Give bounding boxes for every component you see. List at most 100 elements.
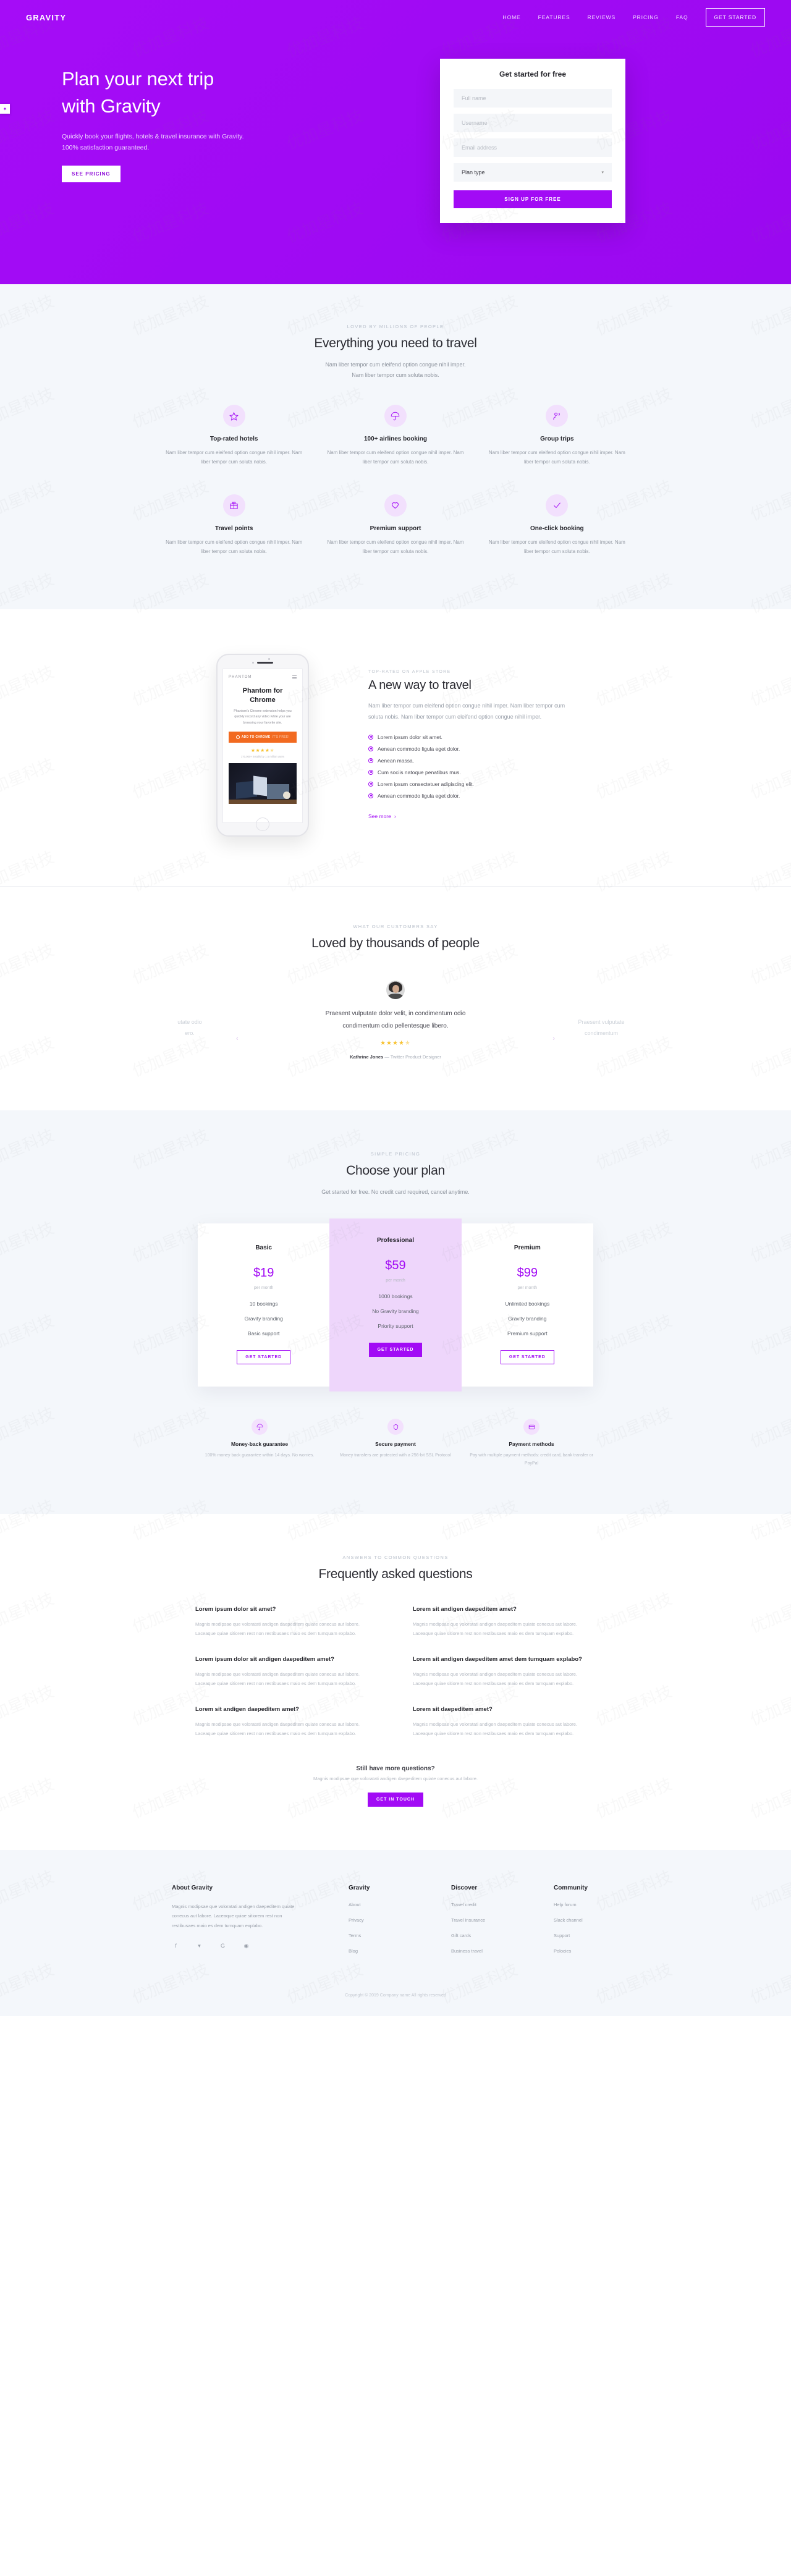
nav-link-faq[interactable]: FAQ [676, 14, 688, 20]
nav-link-pricing[interactable]: PRICING [633, 14, 659, 20]
google-plus-icon[interactable]: G [219, 1942, 227, 1950]
get-in-touch-button[interactable]: GET IN TOUCH [367, 1792, 424, 1807]
feature-title: One-click booking [530, 525, 584, 532]
footer-link[interactable]: Travel credit [451, 1902, 501, 1907]
prev-preview-line1: utate odio [177, 1019, 202, 1026]
nav-get-started-button[interactable]: GET STARTED [705, 8, 765, 27]
facebook-icon[interactable]: f [172, 1942, 180, 1950]
hero-section: GRAVITY HOME FEATURES REVIEWS PRICING FA… [0, 0, 791, 284]
feature-text: Nam liber tempor cum eleifend option con… [166, 450, 303, 465]
footer-link[interactable]: Help forum [554, 1902, 603, 1907]
feature-title: Travel points [214, 525, 253, 532]
footer-link[interactable]: Blog [349, 1948, 398, 1954]
check-icon [546, 494, 569, 517]
pricing-table: Basic $19 per month 10 bookings Gravity … [198, 1218, 593, 1392]
add-to-chrome-button[interactable]: ADD TO CHROME IT'S FREE! [229, 731, 297, 743]
footer-link[interactable]: Business travel [451, 1948, 501, 1954]
app-section: PHANTOM Phantom for Chrome Phantom's Chr… [0, 609, 791, 887]
plan-price: $99 [517, 1266, 538, 1280]
phone-star-half: ★ [269, 747, 275, 753]
nav-link-features[interactable]: FEATURES [538, 14, 570, 20]
footer-about-text: Magnis modipsae que voloratati andigen d… [172, 1903, 295, 1929]
plan-feature: Unlimited bookings [505, 1301, 550, 1307]
landing-page: GRAVITY HOME FEATURES REVIEWS PRICING FA… [0, 0, 791, 2016]
plan-type-select[interactable]: Plan type ▾ [454, 163, 612, 182]
bullet-icon [368, 758, 373, 763]
plan-type-value: Plan type [462, 169, 485, 175]
email-input[interactable]: Email address [454, 138, 612, 157]
username-input[interactable]: Username [454, 114, 612, 132]
footer-link-columns: Gravity About Privacy Terms Blog Discove… [349, 1885, 619, 1964]
signup-submit-button[interactable]: SIGN UP FOR FREE [454, 190, 612, 208]
app-copy: TOP-RATED ON APPLE STORE A new way to tr… [365, 670, 630, 821]
testimonial-author: Kathrine Jones — Twitter Product Designe… [266, 1054, 525, 1060]
avatar [386, 981, 405, 1000]
plan-get-started-button[interactable]: GET STARTED [368, 1343, 423, 1358]
badge-title: Payment methods [509, 1441, 554, 1448]
features-section: LOVED BY MILLIONS OF PEOPLE Everything y… [0, 284, 791, 610]
chat-icon[interactable]: ✦ [0, 104, 10, 114]
plan-name: Premium [514, 1244, 541, 1252]
add-to-chrome-note: IT'S FREE! [272, 735, 290, 739]
plan-feature: 1000 bookings [378, 1293, 413, 1300]
signup-card: Get started for free Full name Username … [440, 59, 625, 223]
twitter-icon[interactable]: ▾ [195, 1942, 203, 1950]
list-item-label: Aenean commodo ligula eget dolor. [378, 745, 460, 752]
hero-title-line2: with Gravity [62, 95, 161, 117]
app-eyebrow: TOP-RATED ON APPLE STORE [368, 670, 451, 675]
badge-payment-methods: Payment methods Pay with multiple paymen… [467, 1419, 596, 1468]
feature-title: Premium support [370, 525, 421, 532]
testimonial-quote: Praesent vulputate dolor velit, in condi… [266, 1008, 525, 1033]
footer-link[interactable]: Terms [349, 1933, 398, 1938]
footer-link[interactable]: Gift cards [451, 1933, 501, 1938]
fullname-input[interactable]: Full name [454, 89, 612, 108]
footer-link[interactable]: Privacy [349, 1917, 398, 1923]
nav-link-reviews[interactable]: REVIEWS [588, 14, 616, 20]
phone-app-text: Phantom's Chrome extension helps you qui… [234, 709, 292, 725]
footer-link[interactable]: Polocies [554, 1948, 603, 1954]
plan-period: per month [253, 1286, 274, 1291]
footer-column-community: Community Help forum Slack channel Suppo… [554, 1885, 603, 1964]
footer-link[interactable]: Slack channel [554, 1917, 603, 1923]
dribbble-icon[interactable]: ◉ [242, 1942, 250, 1950]
phone-notch [252, 662, 273, 664]
footer-link[interactable]: About [349, 1902, 398, 1907]
testimonial-stars: ★★★★★ [266, 1040, 525, 1047]
badge-text: Pay with multiple payment methods: credi… [470, 1453, 593, 1466]
faq-question: Lorem sit andigen daepeditem amet? [195, 1706, 299, 1713]
footer-link[interactable]: Support [554, 1933, 603, 1938]
carousel-prev-arrow-icon[interactable]: ‹ [236, 1035, 239, 1042]
nav-link-home[interactable]: HOME [503, 14, 521, 20]
see-pricing-button[interactable]: SEE PRICING [62, 165, 121, 182]
phone-app-brand: PHANTOM [229, 675, 252, 680]
list-item-label: Lorem ipsum dolor sit amet. [378, 733, 442, 740]
list-item-label: Aenean massa. [378, 757, 415, 764]
hero-body: Plan your next trip with Gravity Quickly… [0, 35, 791, 182]
footer-column-title: Discover [451, 1884, 478, 1891]
badge-text: 100% money back guarantee within 14 days… [205, 1453, 315, 1458]
footer-link[interactable]: Travel insurance [451, 1917, 501, 1923]
hero-title-line1: Plan your next trip [62, 68, 214, 90]
plan-get-started-button[interactable]: GET STARTED [237, 1350, 291, 1365]
list-item: Aenean commodo ligula eget dolor. [368, 793, 624, 799]
list-item-label: Lorem ipsum consectetuer adipiscing elit… [378, 780, 474, 787]
pricing-plan-professional: Professional $59 per month 1000 bookings… [329, 1218, 462, 1392]
hero-title: Plan your next trip with Gravity [62, 65, 347, 120]
plan-period: per month [386, 1278, 405, 1283]
list-item: Lorem ipsum consectetuer adipiscing elit… [368, 781, 624, 787]
faq-answer: Magnis modipsae que voloratati andigen d… [195, 1721, 360, 1737]
hamburger-icon[interactable] [292, 675, 297, 680]
app-text: Nam liber tempor cum eleifend option con… [368, 703, 565, 720]
pricing-eyebrow: SIMPLE PRICING [370, 1151, 421, 1157]
see-more-link[interactable]: See more › [368, 813, 396, 819]
feature-card: 100+ airlines booking Nam liber tempor c… [322, 405, 468, 481]
plan-get-started-button[interactable]: GET STARTED [500, 1350, 554, 1365]
feature-card: Travel points Nam liber tempor cum eleif… [161, 494, 307, 570]
faq-question: Lorem sit daepeditem amet? [413, 1706, 493, 1713]
faq-item: Lorem ipsum dolor sit andigen daepeditem… [195, 1655, 378, 1688]
faq-answer: Magnis modipsae que voloratati andigen d… [195, 1671, 360, 1687]
add-to-chrome-label: ADD TO CHROME [241, 735, 271, 739]
site-logo[interactable]: GRAVITY [26, 13, 66, 22]
phone-stars-full: ★★★★ [250, 747, 270, 753]
faq-title: Frequently asked questions [318, 1566, 473, 1581]
